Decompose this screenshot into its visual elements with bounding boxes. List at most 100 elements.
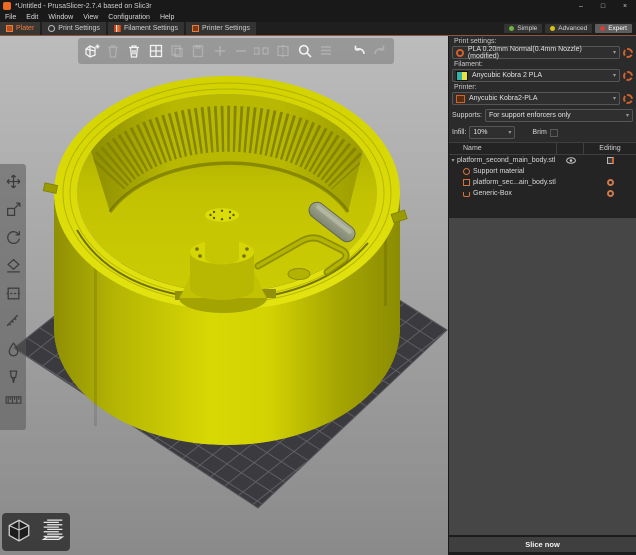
cut-button[interactable] bbox=[2, 280, 24, 306]
print-settings-icon bbox=[48, 25, 55, 32]
tab-print-settings[interactable]: Print Settings bbox=[42, 22, 106, 35]
scale-button[interactable] bbox=[2, 196, 24, 222]
scene-3d bbox=[0, 36, 448, 555]
plater-icon bbox=[6, 25, 13, 32]
menu-view[interactable]: View bbox=[78, 14, 103, 21]
supports-select[interactable]: For support enforcers only ▾ bbox=[485, 109, 633, 122]
minimize-button[interactable]: – bbox=[570, 3, 592, 10]
object-row-part[interactable]: platform_sec...ain_body.stl bbox=[449, 177, 636, 188]
printer-settings-gear-icon[interactable] bbox=[623, 94, 633, 104]
seam-painting-button[interactable] bbox=[2, 364, 24, 390]
measure-button[interactable] bbox=[2, 308, 24, 334]
delete-button[interactable] bbox=[103, 40, 122, 62]
remove-instance-button[interactable] bbox=[231, 40, 250, 62]
object-settings-icon[interactable] bbox=[584, 155, 636, 166]
chevron-down-icon: ▾ bbox=[613, 72, 616, 79]
redo-button[interactable] bbox=[371, 40, 390, 62]
brim-checkbox[interactable] bbox=[550, 129, 558, 137]
generic-box-icon bbox=[463, 192, 470, 197]
print-settings-label: Print settings: bbox=[449, 36, 636, 46]
filament-color-swatch bbox=[456, 71, 468, 81]
support-material-icon bbox=[463, 168, 470, 175]
print-profile-icon bbox=[456, 49, 464, 57]
object-row-generic-box[interactable]: Generic-Box bbox=[449, 188, 636, 199]
delete-all-button[interactable] bbox=[125, 40, 144, 62]
title-bar: *Untitled - PrusaSlicer-2.7.4 based on S… bbox=[0, 0, 636, 12]
top-toolbar bbox=[78, 38, 394, 64]
simple-mode-dot-icon bbox=[509, 26, 514, 31]
window-controls: – □ × bbox=[570, 3, 636, 10]
tab-filament-settings[interactable]: Filament Settings bbox=[108, 22, 184, 35]
printer-icon bbox=[456, 95, 465, 103]
mode-switcher: Simple Advanced Expert bbox=[504, 22, 636, 35]
menu-help[interactable]: Help bbox=[155, 14, 179, 21]
filament-settings-gear-icon[interactable] bbox=[623, 71, 633, 81]
editing-column-header: Editing bbox=[583, 143, 636, 154]
chevron-down-icon: ▾ bbox=[613, 49, 616, 56]
editor-3d-view-button[interactable] bbox=[6, 517, 32, 548]
app-icon bbox=[3, 2, 11, 10]
copy-button[interactable] bbox=[167, 40, 186, 62]
collapse-caret-icon[interactable]: ▾ bbox=[449, 157, 457, 164]
box-settings-gear-icon[interactable] bbox=[584, 188, 636, 199]
tab-bar: Plater Print Settings Filament Settings … bbox=[0, 22, 636, 36]
undo-button[interactable] bbox=[349, 40, 368, 62]
filament-label: Filament: bbox=[449, 59, 636, 69]
supports-label: Supports: bbox=[452, 112, 482, 119]
chevron-down-icon: ▾ bbox=[626, 112, 629, 119]
menu-bar: File Edit Window View Configuration Help bbox=[0, 12, 636, 22]
model-platform-second-main-body[interactable] bbox=[43, 76, 407, 445]
advanced-mode-dot-icon bbox=[550, 26, 555, 31]
mode-simple[interactable]: Simple bbox=[504, 24, 542, 33]
brim-label: Brim bbox=[532, 129, 546, 136]
part-icon bbox=[463, 179, 470, 186]
add-button[interactable] bbox=[82, 40, 101, 62]
name-column-header: Name bbox=[449, 145, 556, 152]
paint-on-supports-button[interactable] bbox=[2, 336, 24, 362]
menu-window[interactable]: Window bbox=[43, 14, 78, 21]
prusaslicer-window: *Untitled - PrusaSlicer-2.7.4 based on S… bbox=[0, 0, 636, 555]
split-to-objects-button[interactable] bbox=[253, 40, 272, 62]
infill-label: Infill: bbox=[452, 129, 466, 136]
expert-mode-dot-icon bbox=[600, 26, 605, 31]
menu-file[interactable]: File bbox=[0, 14, 21, 21]
print-settings-select[interactable]: PLA 0.20mm Normal(0.4mm Nozzle) (modifie… bbox=[452, 46, 620, 59]
rotate-button[interactable] bbox=[2, 224, 24, 250]
filament-select[interactable]: Anycubic Kobra 2 PLA ▾ bbox=[452, 69, 620, 82]
paste-button[interactable] bbox=[189, 40, 208, 62]
left-toolbar bbox=[0, 164, 26, 430]
search-button[interactable] bbox=[295, 40, 314, 62]
eye-column-header bbox=[556, 143, 583, 154]
place-on-face-button[interactable] bbox=[2, 252, 24, 278]
print-settings-gear-icon[interactable] bbox=[623, 48, 633, 58]
infill-select[interactable]: 10% ▾ bbox=[469, 126, 515, 139]
text-tool-button[interactable] bbox=[2, 392, 24, 408]
object-list-header: Name Editing bbox=[449, 143, 636, 155]
view-toggle bbox=[2, 513, 70, 551]
part-settings-gear-icon[interactable] bbox=[584, 177, 636, 188]
menu-configuration[interactable]: Configuration bbox=[103, 14, 155, 21]
preview-view-button[interactable] bbox=[39, 517, 67, 548]
object-row-support-material[interactable]: Support material bbox=[449, 166, 636, 177]
sidebar: Print settings: PLA 0.20mm Normal(0.4mm … bbox=[448, 36, 636, 555]
split-to-parts-button[interactable] bbox=[274, 40, 293, 62]
tab-plater[interactable]: Plater bbox=[0, 22, 40, 35]
close-button[interactable]: × bbox=[614, 3, 636, 10]
mode-advanced[interactable]: Advanced bbox=[545, 24, 592, 33]
move-button[interactable] bbox=[2, 168, 24, 194]
variable-layer-height-button[interactable] bbox=[316, 40, 335, 62]
menu-edit[interactable]: Edit bbox=[21, 14, 43, 21]
eye-icon[interactable] bbox=[558, 155, 584, 166]
slice-now-button[interactable]: Slice now bbox=[449, 537, 636, 555]
viewport-3d[interactable] bbox=[0, 36, 448, 555]
add-instance-button[interactable] bbox=[210, 40, 229, 62]
tab-printer-settings[interactable]: Printer Settings bbox=[186, 22, 256, 35]
object-row-main-body[interactable]: ▾ platform_second_main_body.stl bbox=[449, 155, 636, 166]
filament-settings-icon bbox=[114, 25, 121, 32]
mode-expert[interactable]: Expert bbox=[595, 24, 632, 33]
printer-select[interactable]: Anycubic Kobra2-PLA ▾ bbox=[452, 92, 620, 105]
maximize-button[interactable]: □ bbox=[592, 3, 614, 10]
printer-settings-icon bbox=[192, 25, 199, 32]
arrange-button[interactable] bbox=[146, 40, 165, 62]
sidebar-info-area bbox=[449, 217, 636, 537]
